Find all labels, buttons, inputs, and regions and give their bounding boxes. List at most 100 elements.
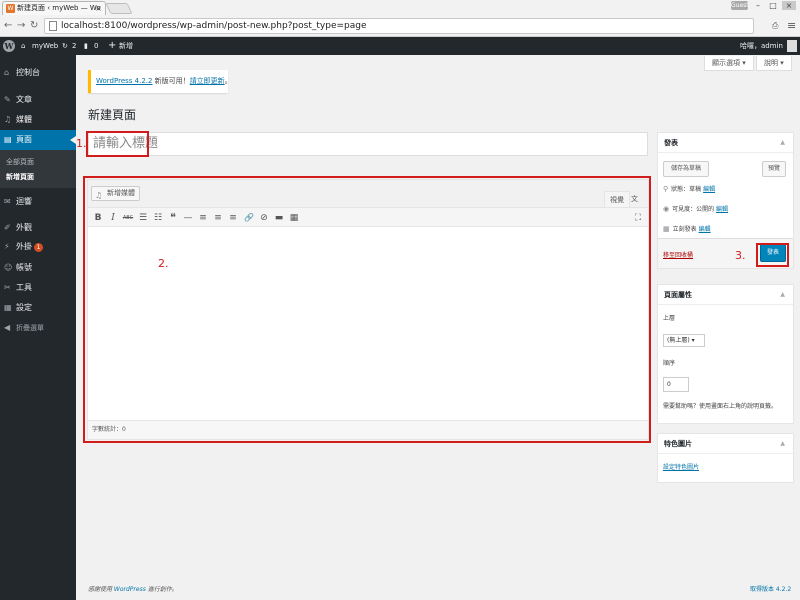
sidebar-item-label: 媒體 (16, 115, 32, 124)
page-attributes-box: 頁面屬性 ▲ 上層 (無上層) ▾ 順序 0 需要幫助嗎？使用畫面右上角的說明頁籤… (657, 284, 794, 424)
help-tab[interactable]: 說明 ▾ (756, 56, 792, 71)
page-action-icon[interactable]: ⎙ (772, 19, 778, 33)
plus-icon[interactable]: + (108, 37, 116, 55)
browser-tab[interactable]: W 新建頁面 ‹ myWeb — Wo × (2, 1, 106, 15)
dashboard-icon: ⌂ (4, 68, 10, 77)
updates-count[interactable]: 2 (72, 37, 76, 55)
page-attributes-title: 頁面屬性 (664, 291, 692, 299)
sidebar-item-label: 外掛 (16, 242, 32, 251)
publish-box-header[interactable]: 發表 ▲ (658, 133, 793, 153)
tools-icon: ✂ (4, 283, 11, 292)
url-text: localhost:8100/wordpress/wp-admin/post-n… (61, 21, 367, 31)
page-attributes-header[interactable]: 頁面屬性 ▲ (658, 285, 793, 305)
schedule-row: ▦ 立刻發表 編輯 (663, 224, 711, 235)
close-window-button[interactable]: × (782, 1, 796, 10)
parent-select[interactable]: (無上層) ▾ (663, 334, 705, 347)
new-content-link[interactable]: 新增 (119, 37, 133, 55)
update-now-link[interactable]: 請立即更新 (190, 77, 225, 85)
eye-icon: ◉ (663, 205, 670, 213)
wordpress-logo-icon[interactable]: W (3, 40, 15, 52)
favicon-icon: W (6, 4, 15, 13)
sidebar-item-comments[interactable]: ✉ 迴響 (0, 192, 76, 212)
toggle-arrow-icon[interactable]: ▲ (780, 285, 785, 305)
footer-version[interactable]: 取得版本 4.2.2 (750, 584, 791, 593)
reload-icon[interactable]: ↻ (30, 19, 38, 33)
footer-thanks: 感謝使用 WordPress 進行創作。 (88, 584, 178, 593)
sidebar-item-label: 文章 (16, 95, 32, 104)
sidebar-item-tools[interactable]: ✂ 工具 (0, 278, 76, 298)
status-label: 狀態：草稿 (671, 186, 702, 193)
wordpress-link[interactable]: WordPress (114, 586, 146, 593)
avatar[interactable] (787, 40, 797, 52)
title-input[interactable]: 請輸入標題 (88, 132, 648, 156)
featured-image-box: 特色圖片 ▲ 設定特色圖片 (657, 433, 794, 483)
maximize-button[interactable]: □ (766, 1, 780, 10)
appearance-icon: ✐ (4, 223, 11, 232)
sidebar-collapse-menu[interactable]: ◀ 折疊選單 (0, 318, 76, 338)
minimize-button[interactable]: – (751, 1, 765, 10)
submenu-all-pages[interactable]: 全部頁面 (0, 155, 76, 169)
featured-image-header[interactable]: 特色圖片 ▲ (658, 434, 793, 454)
set-featured-image-link[interactable]: 設定特色圖片 (663, 463, 699, 473)
status-edit-link[interactable]: 編輯 (703, 186, 715, 193)
featured-image-title: 特色圖片 (664, 440, 692, 448)
sidebar-item-users[interactable]: ☺ 帳號 (0, 258, 76, 278)
publish-time-label: 立刻發表 (672, 226, 697, 233)
admin-bar: W ⌂ myWeb ↻ 2 ▮ 0 + 新增 哈囉，admin (0, 37, 800, 55)
my-account-link[interactable]: 哈囉，admin (740, 37, 783, 55)
sidebar-item-pages[interactable]: ▤ 頁面 (0, 130, 76, 150)
footer-suffix: 進行創作。 (145, 586, 178, 593)
site-home-icon[interactable]: ⌂ (21, 37, 25, 55)
annotation-box-1 (86, 131, 149, 157)
visibility-edit-link[interactable]: 編輯 (716, 206, 728, 213)
browser-menu-icon[interactable]: ≡ (787, 19, 796, 32)
sidebar-item-dashboard[interactable]: ⌂ 控制台 (0, 63, 76, 83)
new-tab-button[interactable] (105, 3, 133, 14)
media-icon: ♫ (4, 115, 12, 124)
annotation-1: 1. (76, 137, 87, 150)
site-name-link[interactable]: myWeb (32, 37, 58, 55)
updates-icon[interactable]: ↻ (62, 37, 68, 55)
sidebar-item-posts[interactable]: ✎ 文章 (0, 90, 76, 110)
address-bar[interactable]: localhost:8100/wordpress/wp-admin/post-n… (44, 18, 754, 34)
submenu-add-new-page[interactable]: 新增頁面 (0, 170, 76, 184)
pin-icon: ⚲ (663, 185, 669, 193)
comments-icon[interactable]: ▮ (84, 37, 88, 55)
move-to-trash-link[interactable]: 移至回收桶 (663, 250, 693, 259)
sidebar-item-label: 帳號 (16, 263, 32, 272)
preview-button[interactable]: 預覽 (762, 161, 786, 177)
forward-icon[interactable]: → (17, 19, 25, 33)
pages-icon: ▤ (4, 135, 12, 144)
visibility-row: ◉ 可見度：公開的 編輯 (663, 204, 728, 215)
version-link[interactable]: WordPress 4.2.2 (96, 77, 152, 85)
schedule-edit-link[interactable]: 編輯 (699, 226, 711, 233)
sidebar-item-label: 外觀 (16, 223, 32, 232)
toggle-arrow-icon[interactable]: ▲ (780, 434, 785, 454)
collapse-icon: ◀ (4, 323, 11, 332)
toggle-arrow-icon[interactable]: ▲ (780, 133, 785, 153)
sidebar-item-label: 設定 (16, 303, 32, 312)
browser-chrome: W 新建頁面 ‹ myWeb — Wo × Guest – □ × ← → ↻ … (0, 0, 800, 37)
annotation-2: 2. (158, 257, 169, 270)
sidebar-item-appearance[interactable]: ✐ 外觀 (0, 218, 76, 238)
settings-icon: ▦ (4, 303, 12, 312)
notice-text: 新版可用！ (152, 77, 190, 85)
annotation-box-2 (83, 176, 651, 443)
visibility-label: 可見度：公開的 (672, 206, 715, 213)
order-label: 順序 (663, 360, 676, 367)
update-notice: WordPress 4.2.2 新版可用！請立即更新。 (88, 70, 232, 93)
comments-count[interactable]: 0 (94, 37, 98, 55)
save-draft-button[interactable]: 儲存為草稿 (663, 161, 709, 177)
plugins-update-badge: 1 (34, 243, 43, 252)
screen-options-tab[interactable]: 顯示選項 ▾ (704, 56, 754, 71)
sidebar-item-label: 迴響 (16, 197, 32, 206)
sidebar-item-media[interactable]: ♫ 媒體 (0, 110, 76, 130)
tab-close-icon[interactable]: × (95, 2, 102, 15)
guest-badge[interactable]: Guest (731, 1, 749, 10)
order-input[interactable]: 0 (663, 377, 689, 392)
sidebar-item-settings[interactable]: ▦ 設定 (0, 298, 76, 318)
sidebar-item-plugins[interactable]: ⚡ 外掛 1 (0, 237, 76, 257)
back-icon[interactable]: ← (4, 19, 12, 33)
annotation-box-3 (756, 243, 789, 267)
sidebar-item-label: 折疊選單 (16, 324, 44, 332)
